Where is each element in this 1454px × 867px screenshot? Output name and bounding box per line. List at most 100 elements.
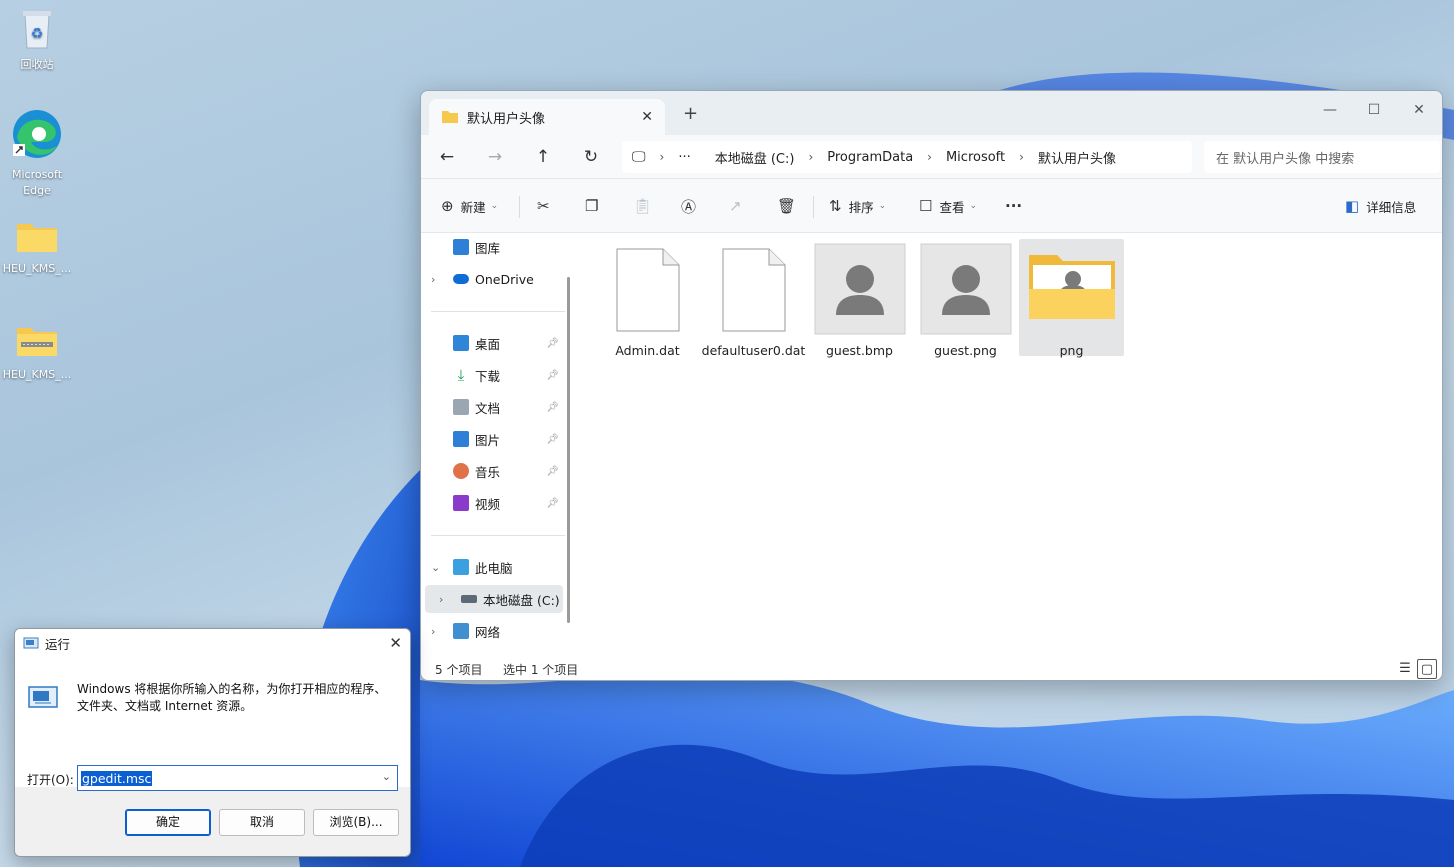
details-view-icon[interactable]: ☰ bbox=[1395, 659, 1415, 679]
pin-icon[interactable]: 📌︎ bbox=[546, 466, 559, 477]
sidebar-scrollbar[interactable] bbox=[567, 277, 570, 623]
desktop-edge[interactable]: Microsoft Edge bbox=[0, 108, 74, 199]
file-name: png bbox=[1059, 343, 1084, 358]
cancel-button[interactable]: 取消 bbox=[219, 809, 305, 836]
chevron-down-icon[interactable]: ⌄ bbox=[431, 561, 445, 574]
svg-text:♻: ♻ bbox=[31, 26, 44, 42]
chevron-right-icon: › bbox=[927, 150, 932, 164]
pin-icon[interactable]: 📌︎ bbox=[546, 370, 559, 381]
breadcrumb-item[interactable]: ProgramData bbox=[827, 150, 913, 165]
sidebar-item-label: 此电脑 bbox=[475, 560, 513, 576]
pin-icon[interactable]: 📌︎ bbox=[546, 434, 559, 445]
refresh-icon[interactable]: ↻ bbox=[577, 145, 605, 169]
pin-icon[interactable]: 📌︎ bbox=[546, 402, 559, 413]
desktop-heu-kms-zip[interactable]: HEU_KMS_... bbox=[0, 322, 74, 383]
view-label: 查看 bbox=[939, 199, 965, 215]
chevron-right-icon: › bbox=[659, 150, 665, 164]
status-bar: 5 个项目 选中 1 个项目 ☰ ▢ bbox=[421, 657, 1442, 680]
scissors-icon: ✂ bbox=[537, 197, 550, 215]
folder-icon bbox=[442, 111, 458, 123]
sidebar-item-documents[interactable]: 文档 📌︎ bbox=[421, 393, 565, 421]
edge-icon bbox=[13, 110, 61, 158]
tab-current[interactable]: 默认用户头像 ✕ bbox=[429, 99, 665, 135]
cut-button[interactable]: ✂ bbox=[537, 194, 557, 218]
folder-item[interactable]: png bbox=[1019, 239, 1124, 358]
file-item[interactable]: guest.bmp bbox=[807, 239, 912, 358]
maximize-icon[interactable]: ☐ bbox=[1351, 95, 1397, 125]
file-item[interactable]: defaultuser0.dat bbox=[701, 239, 806, 358]
clipboard-icon: 📋︎ bbox=[633, 197, 653, 215]
close-icon[interactable]: ✕ bbox=[389, 634, 402, 652]
file-name: Admin.dat bbox=[615, 343, 680, 358]
computer-icon bbox=[453, 559, 469, 575]
command-bar: ⊕ 新建 ⌄ ✂ ❐ 📋︎ Ⓐ ↗ 🗑︎ ⇅ 排序 ⌄ ☐ 查看 ⌄ ··· ◧… bbox=[421, 179, 1442, 233]
video-icon bbox=[453, 495, 469, 511]
view-button[interactable]: ☐ 查看 ⌄ bbox=[919, 194, 977, 218]
ok-button[interactable]: 确定 bbox=[125, 809, 211, 836]
chevron-right-icon[interactable]: › bbox=[439, 593, 453, 606]
browse-button[interactable]: 浏览(B)... bbox=[313, 809, 399, 836]
chevron-right-icon[interactable]: › bbox=[431, 625, 445, 638]
more-options-button[interactable]: ··· bbox=[1005, 194, 1029, 218]
breadcrumb[interactable]: 🖵 › ··· 本地磁盘 (C:) › ProgramData › Micros… bbox=[622, 141, 1192, 173]
desktop-recycle-bin[interactable]: ♻ 回收站 bbox=[0, 8, 74, 73]
pin-icon[interactable]: 📌︎ bbox=[546, 498, 559, 509]
chevron-right-icon: › bbox=[1019, 150, 1024, 164]
chevron-down-icon[interactable]: ⌄ bbox=[382, 770, 391, 783]
up-arrow-icon[interactable]: ↑ bbox=[529, 145, 557, 169]
music-icon bbox=[453, 463, 469, 479]
pin-icon[interactable]: 📌︎ bbox=[546, 338, 559, 349]
file-item[interactable]: Admin.dat bbox=[595, 239, 700, 358]
sidebar-item-local-disk[interactable]: › 本地磁盘 (C:) bbox=[425, 585, 563, 613]
file-name: guest.png bbox=[934, 343, 997, 358]
back-arrow-icon[interactable]: ← bbox=[433, 145, 461, 169]
sidebar-item-label: 图库 bbox=[475, 240, 501, 256]
sidebar-item-label: 下载 bbox=[475, 368, 501, 384]
tab-close-icon[interactable]: ✕ bbox=[641, 109, 653, 125]
search-input[interactable]: 在 默认用户头像 中搜索 bbox=[1204, 141, 1440, 173]
sidebar-item-desktop[interactable]: 桌面 📌︎ bbox=[421, 329, 565, 357]
sidebar-item-downloads[interactable]: ⤓ 下载 📌︎ bbox=[421, 361, 565, 389]
breadcrumb-item[interactable]: Microsoft bbox=[946, 150, 1005, 165]
chevron-right-icon: › bbox=[808, 150, 814, 164]
document-icon bbox=[453, 399, 469, 415]
desktop-heu-kms-folder[interactable]: HEU_KMS_... bbox=[0, 218, 74, 277]
sidebar-item-label: 音乐 bbox=[475, 464, 501, 480]
close-window-icon[interactable]: ✕ bbox=[1396, 95, 1442, 125]
breadcrumb-item[interactable]: 本地磁盘 (C:) bbox=[715, 148, 795, 167]
sidebar-item-music[interactable]: 音乐 📌︎ bbox=[421, 457, 565, 485]
new-button[interactable]: ⊕ 新建 ⌄ bbox=[441, 194, 498, 218]
sidebar-item-network[interactable]: › 网络 bbox=[421, 617, 565, 645]
sidebar-item-this-pc[interactable]: ⌄ 此电脑 bbox=[421, 553, 565, 581]
rename-button[interactable]: Ⓐ bbox=[681, 194, 703, 218]
new-label: 新建 bbox=[460, 199, 486, 215]
large-icons-view-icon[interactable]: ▢ bbox=[1417, 659, 1437, 679]
delete-button[interactable]: 🗑︎ bbox=[777, 194, 803, 218]
zip-folder-icon bbox=[17, 328, 57, 356]
more-crumbs-icon[interactable]: ··· bbox=[678, 150, 690, 165]
details-button[interactable]: ◧ 详细信息 bbox=[1345, 194, 1416, 218]
share-button[interactable]: ↗ bbox=[729, 194, 749, 218]
sidebar-item-videos[interactable]: 视频 📌︎ bbox=[421, 489, 565, 517]
open-label: 打开(O): bbox=[27, 773, 74, 787]
copy-button[interactable]: ❐ bbox=[585, 194, 605, 218]
forward-arrow-icon[interactable]: → bbox=[481, 145, 509, 169]
file-item[interactable]: guest.png bbox=[913, 239, 1018, 358]
sidebar-item-onedrive[interactable]: › OneDrive bbox=[421, 265, 565, 293]
new-tab-icon[interactable]: + bbox=[683, 103, 698, 124]
sidebar-item-pictures[interactable]: 图片 📌︎ bbox=[421, 425, 565, 453]
network-icon bbox=[453, 623, 469, 639]
item-count: 5 个项目 bbox=[435, 663, 483, 677]
breadcrumb-item[interactable]: 默认用户头像 bbox=[1038, 148, 1116, 167]
title-bar: 默认用户头像 ✕ + — ☐ ✕ bbox=[421, 91, 1442, 135]
file-name: guest.bmp bbox=[826, 343, 893, 358]
sidebar-item-gallery[interactable]: 图库 bbox=[421, 233, 565, 261]
desktop-icon-label: 回收站 bbox=[20, 58, 54, 71]
paste-button[interactable]: 📋︎ bbox=[633, 194, 659, 218]
chevron-right-icon[interactable]: › bbox=[431, 273, 445, 286]
run-icon bbox=[23, 637, 39, 649]
minimize-icon[interactable]: — bbox=[1307, 95, 1353, 125]
sort-button[interactable]: ⇅ 排序 ⌄ bbox=[829, 194, 886, 218]
run-command-input[interactable]: gpedit.msc ⌄ bbox=[77, 765, 398, 791]
computer-icon[interactable]: 🖵 bbox=[632, 149, 646, 165]
